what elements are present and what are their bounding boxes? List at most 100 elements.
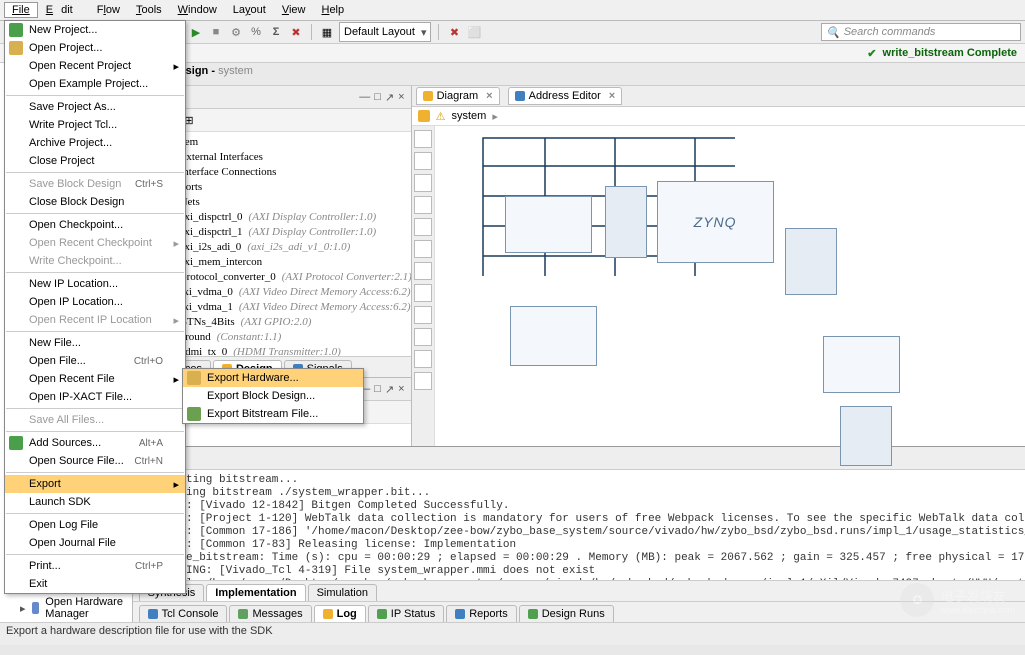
close-icon[interactable]: × (609, 90, 615, 102)
menu-file[interactable]: File (4, 2, 38, 18)
search-commands-input[interactable]: 🔍 Search commands (821, 23, 1021, 41)
close-layout-icon[interactable]: ✖ (446, 24, 462, 40)
menu-item[interactable]: Close Block Design (5, 193, 185, 211)
menu-item: Save All Files... (5, 411, 185, 429)
menu-item: Open Recent IP Location▸ (5, 311, 185, 329)
restore-icon[interactable]: □ (374, 91, 381, 104)
maximize-icon[interactable]: ↗ (385, 91, 394, 104)
menu-layout[interactable]: Layout (225, 2, 274, 18)
close-icon[interactable]: × (486, 90, 492, 102)
stop-icon[interactable]: ■ (208, 24, 224, 40)
menu-item[interactable]: Open IP Location... (5, 293, 185, 311)
menu-item[interactable]: Print...Ctrl+P (5, 557, 185, 575)
gear-icon[interactable]: ⚙ (228, 24, 244, 40)
zoom-out-icon[interactable] (414, 174, 432, 192)
tab-ip-status[interactable]: IP Status (368, 605, 444, 622)
x-icon[interactable]: ✖ (288, 24, 304, 40)
chevron-right-icon: ▸ (492, 110, 498, 123)
file-menu-dropdown: New Project...Open Project...Open Recent… (4, 20, 186, 594)
menu-item[interactable]: Open Source File...Ctrl+N (5, 452, 185, 470)
more-icon[interactable] (414, 372, 432, 390)
menu-item-icon (9, 23, 23, 37)
menu-item[interactable]: Write Project Tcl... (5, 116, 185, 134)
menu-item[interactable]: Close Project (5, 152, 185, 170)
tab-messages[interactable]: Messages (229, 605, 311, 622)
tab-reports[interactable]: Reports (446, 605, 517, 622)
maximize-icon[interactable]: ↗ (385, 383, 394, 396)
submenu-arrow-icon: ▸ (173, 373, 179, 386)
regenerate-icon[interactable] (414, 240, 432, 258)
menu-item[interactable]: Open Recent File▸ (5, 370, 185, 388)
menu-item[interactable]: Export Bitstream File... (183, 405, 363, 423)
pan-icon[interactable] (414, 218, 432, 236)
bottom-tool-tabs: Tcl Console Messages Log IP Status Repor… (133, 601, 1025, 622)
ip-block[interactable] (510, 306, 597, 366)
ip-block[interactable] (840, 406, 892, 466)
add-ip-icon[interactable] (414, 284, 432, 302)
nav-open-hw-manager[interactable]: ▸ Open Hardware Manager (0, 594, 132, 622)
menu-item[interactable]: New IP Location... (5, 275, 185, 293)
menu-item[interactable]: Export▸ (5, 475, 185, 493)
menu-window[interactable]: Window (170, 2, 225, 18)
menu-item[interactable]: Add Sources...Alt+A (5, 434, 185, 452)
close-icon[interactable]: × (398, 383, 404, 396)
menu-edit[interactable]: Edit (38, 2, 89, 18)
diagram-canvas[interactable]: ZYNQ (435, 126, 1025, 446)
layout-label: Default Layout (344, 26, 415, 38)
menu-item[interactable]: New Project... (5, 21, 185, 39)
color-icon[interactable] (414, 350, 432, 368)
tab-tcl-console[interactable]: Tcl Console (139, 605, 228, 622)
menu-item[interactable]: Open Recent Project▸ (5, 57, 185, 75)
select-icon[interactable] (414, 196, 432, 214)
ip-block[interactable] (823, 336, 900, 393)
checkmark-icon: ✔ (867, 47, 876, 60)
menu-item[interactable]: Save Project As... (5, 98, 185, 116)
menu-item[interactable]: Open Journal File (5, 534, 185, 552)
route-icon[interactable] (414, 328, 432, 346)
menu-item[interactable]: Archive Project... (5, 134, 185, 152)
ip-block[interactable] (605, 186, 647, 258)
grid-icon[interactable]: ▦ (319, 24, 335, 40)
run-icon[interactable]: ▶ (188, 24, 204, 40)
tab-address-editor[interactable]: Address Editor× (508, 87, 623, 105)
menu-item[interactable]: Exit (5, 575, 185, 593)
settings-icon[interactable] (414, 306, 432, 324)
restore-icon[interactable]: □ (374, 383, 381, 396)
layout-selector[interactable]: Default Layout ▾ (339, 22, 431, 42)
maximize-icon[interactable]: ⬜ (466, 24, 482, 40)
menu-item[interactable]: New File... (5, 334, 185, 352)
menu-item[interactable]: Export Block Design... (183, 387, 363, 405)
menu-item: Open Recent Checkpoint▸ (5, 234, 185, 252)
menu-item[interactable]: Open Log File (5, 516, 185, 534)
menu-help[interactable]: Help (313, 2, 352, 18)
zoom-fit-icon[interactable] (414, 130, 432, 148)
sigma-icon[interactable]: Σ (268, 24, 284, 40)
subtab-implementation[interactable]: Implementation (206, 584, 305, 601)
menu-tools[interactable]: Tools (128, 2, 170, 18)
ip-block[interactable] (505, 196, 592, 253)
submenu-arrow-icon: ▸ (173, 60, 179, 73)
menu-item[interactable]: Open Project... (5, 39, 185, 57)
zoom-in-icon[interactable] (414, 152, 432, 170)
validate-icon[interactable] (414, 262, 432, 280)
close-icon[interactable]: × (398, 91, 404, 104)
table-icon (515, 91, 525, 101)
menu-item[interactable]: Export Hardware... (183, 369, 363, 387)
menu-item[interactable]: Open IP-XACT File... (5, 388, 185, 406)
menu-item-icon (187, 407, 201, 421)
menu-item[interactable]: Open File...Ctrl+O (5, 352, 185, 370)
percent-icon[interactable]: % (248, 24, 264, 40)
zynq-block[interactable]: ZYNQ (657, 181, 774, 263)
menu-item[interactable]: Open Checkpoint... (5, 216, 185, 234)
menu-item[interactable]: Launch SDK (5, 493, 185, 511)
minimize-icon[interactable]: — (359, 91, 370, 104)
tab-diagram[interactable]: Diagram× (416, 87, 500, 105)
menu-item[interactable]: Open Example Project... (5, 75, 185, 93)
log-text[interactable]: Creating bitstream... Writing bitstream … (154, 470, 1025, 580)
menu-view[interactable]: View (274, 2, 314, 18)
menu-flow[interactable]: Flow (89, 2, 128, 18)
tab-design-runs[interactable]: Design Runs (519, 605, 614, 622)
ip-block[interactable] (785, 228, 837, 295)
tab-log[interactable]: Log (314, 605, 366, 622)
subtab-simulation[interactable]: Simulation (308, 584, 377, 601)
